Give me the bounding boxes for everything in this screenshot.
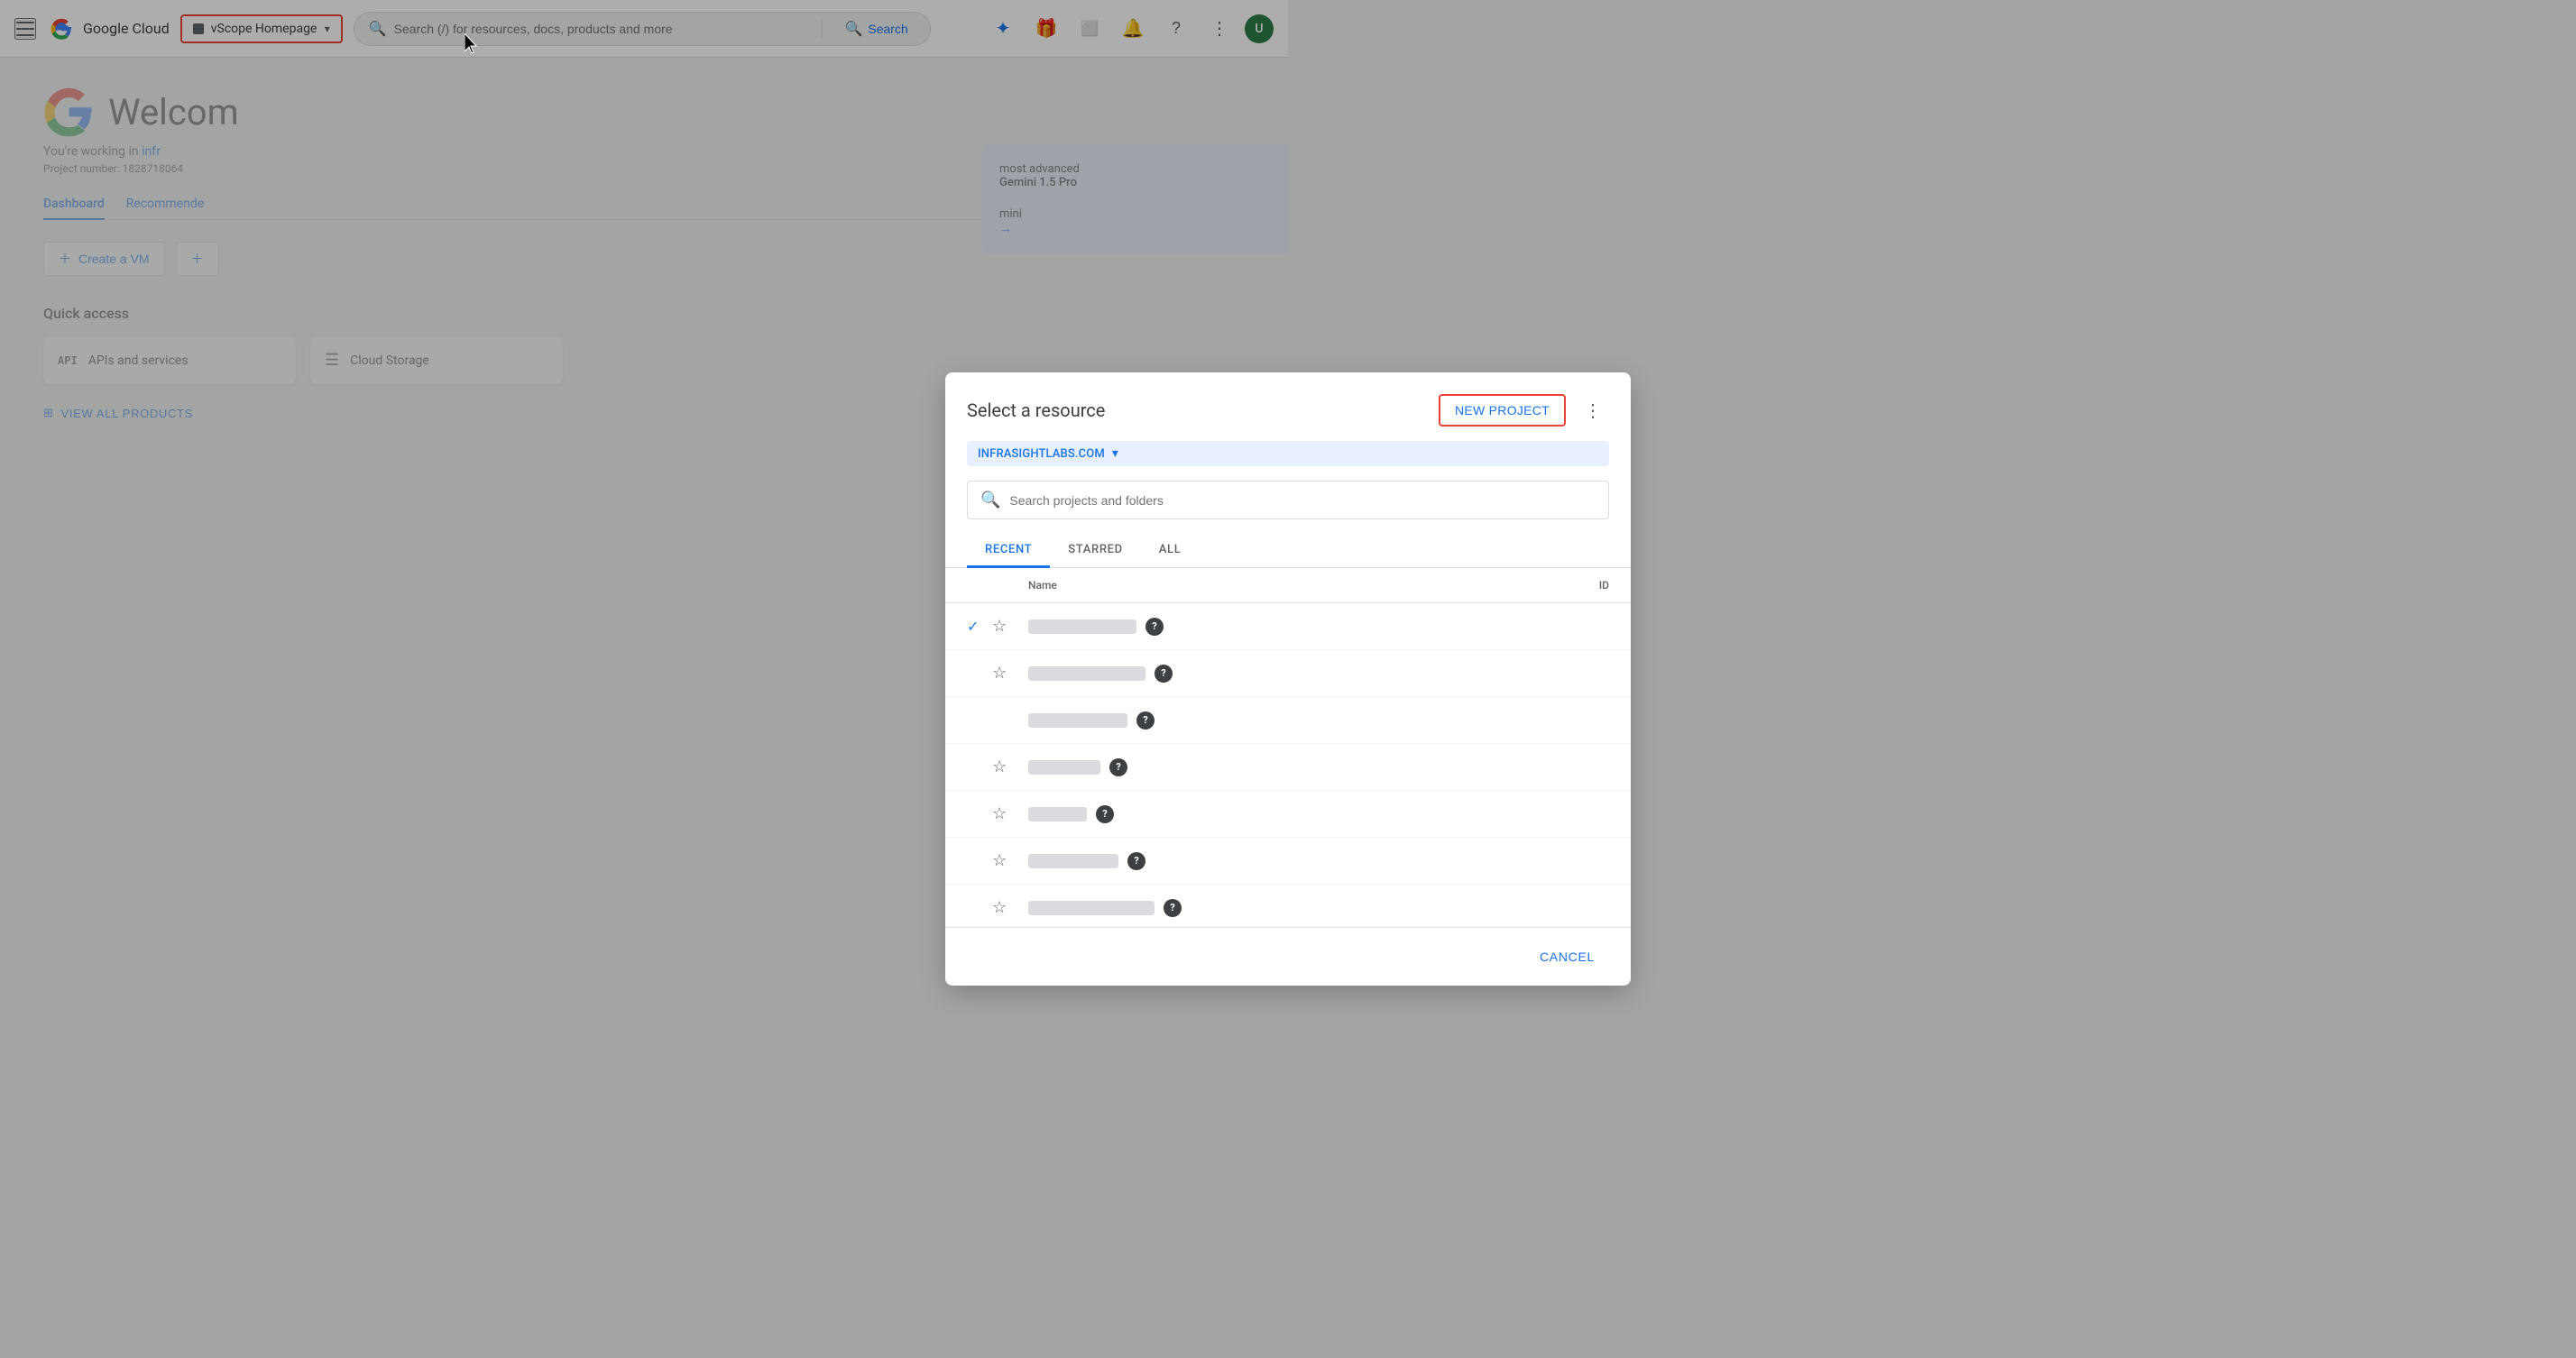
table-header: Name ID xyxy=(945,568,1631,603)
org-selector[interactable]: INFRASIGHTLABS.COM ▾ xyxy=(967,441,1609,466)
row-name-7: ? xyxy=(1028,899,1501,917)
modal-header-actions: NEW PROJECT ⋮ xyxy=(1439,394,1609,427)
table-row[interactable]: ✓ ☆ ? xyxy=(945,603,1631,650)
org-label: INFRASIGHTLABS.COM xyxy=(978,447,1105,461)
modal-overlay[interactable]: Select a resource NEW PROJECT ⋮ INFRASIG… xyxy=(0,0,2576,1358)
row-name-6: ? xyxy=(1028,852,1501,870)
row-name-4: ? xyxy=(1028,758,1501,776)
row-checkmark: ✓ xyxy=(967,618,992,635)
row-star-5[interactable]: ☆ xyxy=(992,804,1028,823)
row-name-5: ? xyxy=(1028,805,1501,823)
table-row[interactable]: ☆ ? xyxy=(945,744,1631,791)
help-icon-1[interactable]: ? xyxy=(1145,618,1164,636)
row-star-7[interactable]: ☆ xyxy=(992,898,1028,917)
modal-search-box[interactable]: 🔍 xyxy=(967,481,1609,519)
table-row[interactable]: ☆ ? xyxy=(945,650,1631,697)
row-name-2: ? xyxy=(1028,665,1501,683)
help-icon-3[interactable]: ? xyxy=(1136,711,1155,729)
modal-search-icon: 🔍 xyxy=(980,491,1000,509)
table-row[interactable]: ☆ ? xyxy=(945,838,1631,885)
row-star-2[interactable]: ☆ xyxy=(992,664,1028,683)
help-icon-5[interactable]: ? xyxy=(1096,805,1114,823)
modal-title: Select a resource xyxy=(967,399,1105,421)
org-dropdown-arrow: ▾ xyxy=(1112,446,1118,461)
modal-more-button[interactable]: ⋮ xyxy=(1577,394,1609,427)
modal-table: Name ID ✓ ☆ ? ☆ ? xyxy=(945,568,1631,927)
tab-all[interactable]: ALL xyxy=(1141,534,1200,568)
help-icon-6[interactable]: ? xyxy=(1127,852,1145,870)
row-star-4[interactable]: ☆ xyxy=(992,757,1028,776)
help-icon-7[interactable]: ? xyxy=(1164,899,1182,917)
select-resource-modal: Select a resource NEW PROJECT ⋮ INFRASIG… xyxy=(945,372,1631,986)
row-name-3: ? xyxy=(1028,711,1501,729)
table-row[interactable]: ☆ ? xyxy=(945,791,1631,838)
table-row[interactable]: ☆ ? xyxy=(945,885,1631,927)
modal-footer: CANCEL xyxy=(945,927,1631,986)
help-icon-2[interactable]: ? xyxy=(1155,665,1173,683)
cancel-button[interactable]: CANCEL xyxy=(1525,942,1609,971)
new-project-button[interactable]: NEW PROJECT xyxy=(1439,394,1566,427)
modal-search-input[interactable] xyxy=(1009,493,1596,508)
help-icon-4[interactable]: ? xyxy=(1109,758,1127,776)
row-star-1[interactable]: ☆ xyxy=(992,617,1028,636)
modal-tabs: RECENT STARRED ALL xyxy=(945,534,1631,568)
table-row[interactable]: ☆ ? xyxy=(945,697,1631,744)
row-star-6[interactable]: ☆ xyxy=(992,851,1028,870)
row-name-1: ? xyxy=(1028,618,1501,636)
modal-header: Select a resource NEW PROJECT ⋮ xyxy=(945,372,1631,441)
tab-recent[interactable]: RECENT xyxy=(967,534,1050,568)
tab-starred[interactable]: STARRED xyxy=(1050,534,1141,568)
